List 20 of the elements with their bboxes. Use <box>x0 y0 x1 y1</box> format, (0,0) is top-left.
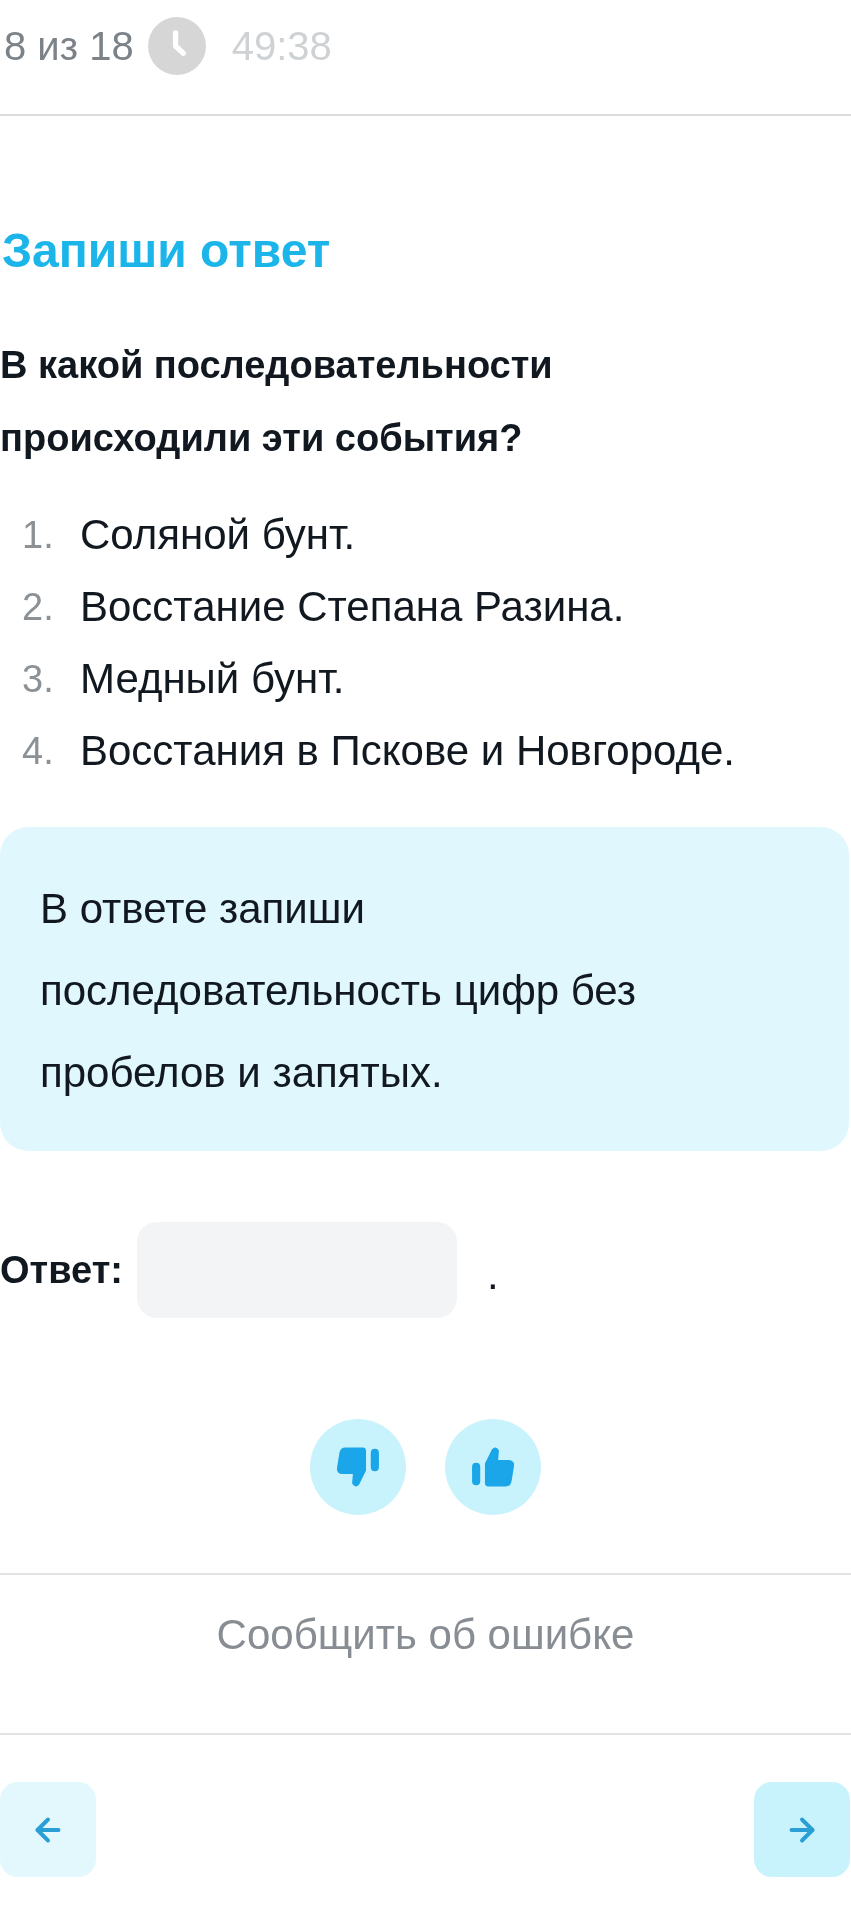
thumbs-down-icon <box>336 1445 380 1489</box>
task-title: Запиши ответ <box>2 223 332 279</box>
answer-suffix: . <box>486 1250 499 1296</box>
question-text: В какой последовательности происходили эти события? <box>0 343 554 461</box>
thumbs-up-icon <box>471 1445 515 1489</box>
event-text: Восстание Степана Разина. <box>80 582 625 632</box>
item-number: 2. <box>21 585 54 630</box>
item-number: 1. <box>21 513 54 558</box>
item-number: 4. <box>21 729 54 774</box>
hint-text: В ответе запиши последовательность цифр без пробелов и запятых. <box>40 884 638 1098</box>
clock-icon <box>147 17 206 75</box>
report-error-link[interactable]: Сообщить об ошибке <box>216 1610 635 1660</box>
answer-label: Ответ: <box>0 1248 123 1292</box>
event-text: Восстания в Пскове и Новгороде. <box>80 726 736 776</box>
item-number: 3. <box>21 657 54 702</box>
back-button[interactable] <box>0 1782 96 1877</box>
event-text: Медный бунт. <box>80 654 345 704</box>
question-counter: 8 из 18 <box>4 23 134 70</box>
next-button[interactable] <box>754 1782 850 1877</box>
event-text: Соляной бунт. <box>80 510 356 560</box>
